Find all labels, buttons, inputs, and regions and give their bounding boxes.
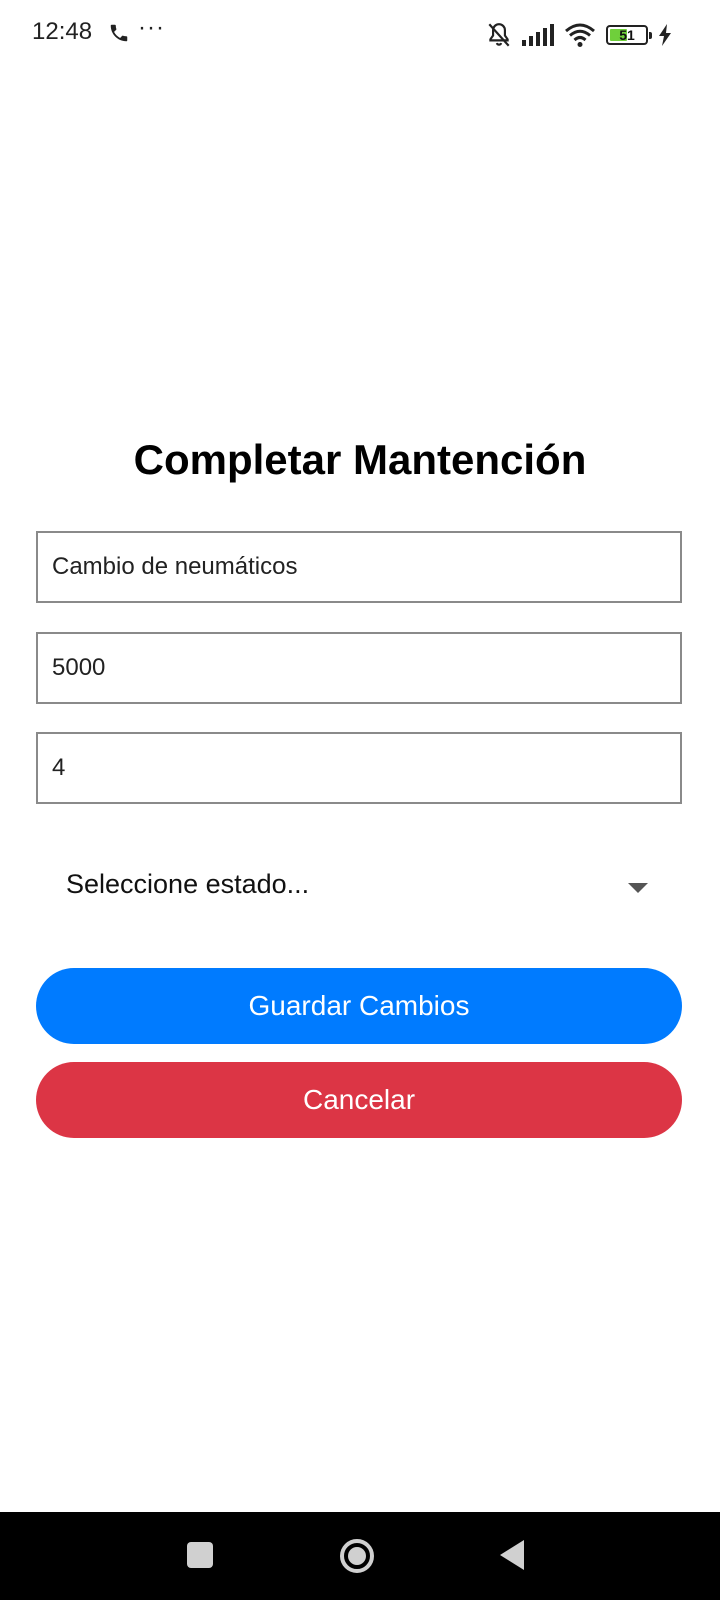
wifi-icon: [565, 23, 595, 47]
status-time: 12:48: [32, 18, 93, 45]
call-icon: [110, 24, 128, 42]
cancel-button[interactable]: Cancelar: [36, 1062, 682, 1138]
screen: 12:48 ··· 51 Completar Mantención Cambio…: [0, 0, 720, 1600]
more-notifications-icon: ···: [138, 14, 165, 41]
kilometers-input[interactable]: [36, 632, 682, 704]
status-icons: 51: [486, 18, 672, 52]
charging-icon: [659, 24, 671, 46]
status-bar: 12:48 ··· 51: [0, 0, 720, 70]
back-icon[interactable]: [500, 1540, 524, 1570]
status-select-value: Seleccione estado...: [66, 869, 310, 899]
description-input[interactable]: [36, 531, 682, 603]
bell-off-icon: [488, 23, 510, 47]
signal-icon: [522, 24, 554, 46]
chevron-down-icon: [628, 883, 648, 893]
recent-apps-icon[interactable]: [187, 1542, 213, 1568]
page-title: Completar Mantención: [133, 436, 587, 483]
battery-icon: 51: [606, 25, 652, 45]
battery-level: 51: [619, 27, 635, 43]
status-select[interactable]: Seleccione estado...: [36, 845, 682, 925]
quantity-input[interactable]: [36, 732, 682, 804]
save-button[interactable]: Guardar Cambios: [36, 968, 682, 1044]
navigation-bar: [0, 1512, 720, 1600]
home-icon[interactable]: [339, 1538, 375, 1574]
